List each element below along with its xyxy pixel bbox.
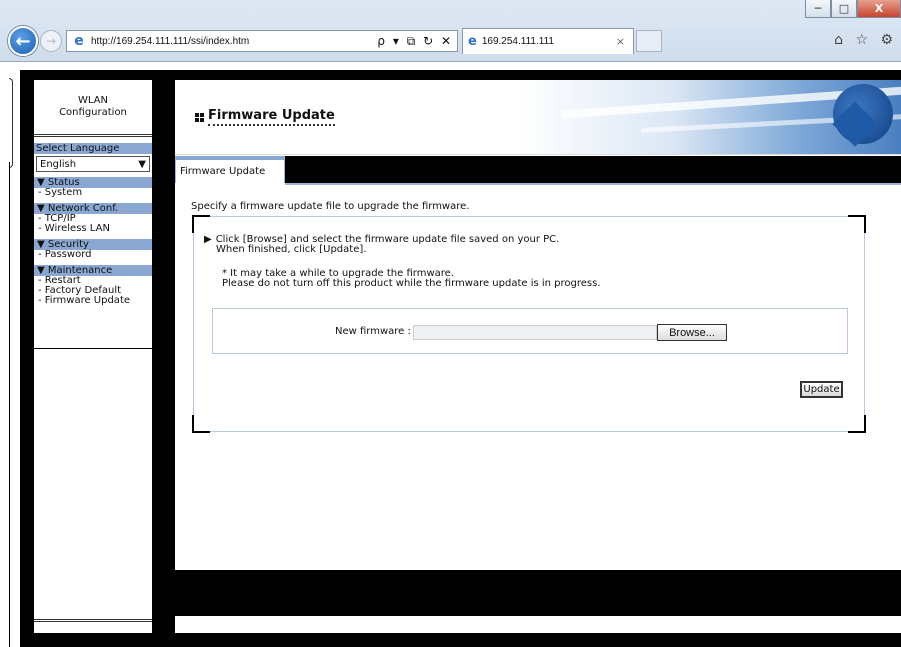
warning-note: * It may take a while to upgrade the fir… (222, 269, 601, 289)
triangle-bullet-icon: ▶ (204, 234, 212, 245)
sidebar-title-line1: WLAN (77, 95, 108, 106)
chevron-down-icon: ▼ (138, 158, 146, 170)
corner-bracket (848, 215, 866, 233)
back-arrow-icon: ← (15, 30, 31, 52)
instruction-line2: When finished, click [Update]. (216, 244, 367, 255)
grid-bullet-icon (195, 112, 204, 122)
corner-bracket (848, 415, 866, 433)
corner-bracket (192, 415, 210, 433)
sidebar-title-line2: Configuration (59, 107, 127, 118)
sidebar-divider (34, 348, 152, 349)
sidebar-footer (34, 619, 152, 633)
tab-bar: Firmware Update (175, 156, 901, 183)
address-tools-icons[interactable]: ρ ▾ ⧉ ↻ ✕ (377, 34, 457, 49)
new-tab-button[interactable] (636, 30, 662, 52)
footer-bar (175, 570, 901, 616)
home-favorites-settings-icons[interactable]: ⌂ ☆ ⚙ (834, 32, 897, 48)
maximize-button[interactable]: □ (831, 0, 857, 18)
language-select[interactable]: English ▼ (36, 156, 150, 172)
page-title: Firmware Update (195, 108, 335, 126)
nav-group-network: ▼ Network Conf. - TCP/IP - Wireless LAN (34, 203, 152, 234)
select-language-label: Select Language (34, 143, 152, 154)
nav-item-wireless-lan[interactable]: - Wireless LAN (34, 224, 152, 234)
window-controls: ─ □ X (805, 0, 901, 20)
sidebar-header: WLAN Configuration (34, 80, 152, 137)
nav-group-security: ▼ Security - Password (34, 239, 152, 260)
firmware-panel: ▶ Click [Browse] and select the firmware … (192, 215, 866, 433)
nav-group-maintenance: ▼ Maintenance - Restart - Factory Defaul… (34, 265, 152, 306)
tab-close-icon[interactable]: × (616, 35, 625, 48)
language-select-value: English (40, 158, 77, 170)
firmware-file-input[interactable] (413, 325, 657, 340)
tab-ie-icon: e (468, 34, 477, 49)
browser-tab[interactable]: e 169.254.111.111 × (462, 28, 634, 54)
minimize-button[interactable]: ─ (805, 0, 831, 18)
tab-underline (285, 183, 901, 185)
header-banner-graphic (521, 80, 901, 154)
new-firmware-label: New firmware : (335, 326, 411, 337)
tab-firmware-update[interactable]: Firmware Update (175, 156, 285, 183)
note-line2: Please do not turn off this product whil… (222, 278, 601, 289)
address-url[interactable]: http://169.254.111.111/ssi/index.htm (91, 36, 377, 47)
update-button[interactable]: Update (800, 381, 843, 398)
main-content: Firmware Update Firmware Update Specify … (174, 80, 901, 633)
new-firmware-row: New firmware : Browse... (212, 308, 848, 354)
address-bar[interactable]: e http://169.254.111.111/ssi/index.htm ρ… (66, 30, 458, 52)
page-left-rail (9, 78, 13, 168)
nav-item-firmware-update[interactable]: - Firmware Update (34, 296, 152, 306)
browser-chrome: ─ □ X ← → e http://169.254.111.111/ssi/i… (0, 0, 901, 62)
close-window-button[interactable]: X (857, 0, 901, 18)
nav-item-password[interactable]: - Password (34, 250, 152, 260)
instructions: ▶ Click [Browse] and select the firmware … (204, 235, 559, 255)
ie-logo-icon: e (74, 33, 84, 49)
corner-bracket (192, 215, 210, 233)
browser-tab-title: 169.254.111.111 (481, 36, 554, 47)
nav-item-system[interactable]: - System (34, 188, 152, 198)
intro-text: Specify a firmware update file to upgrad… (191, 201, 470, 212)
page-left-line (9, 162, 10, 647)
browse-button[interactable]: Browse... (657, 324, 727, 341)
forward-arrow-icon: → (45, 34, 57, 48)
page-header: Firmware Update (175, 80, 901, 155)
nav-group-status: ▼ Status - System (34, 177, 152, 198)
page-title-text: Firmware Update (208, 108, 335, 126)
sidebar: WLAN Configuration Select Language Engli… (33, 80, 153, 633)
back-button[interactable]: ← (8, 26, 38, 56)
forward-button[interactable]: → (40, 30, 62, 52)
